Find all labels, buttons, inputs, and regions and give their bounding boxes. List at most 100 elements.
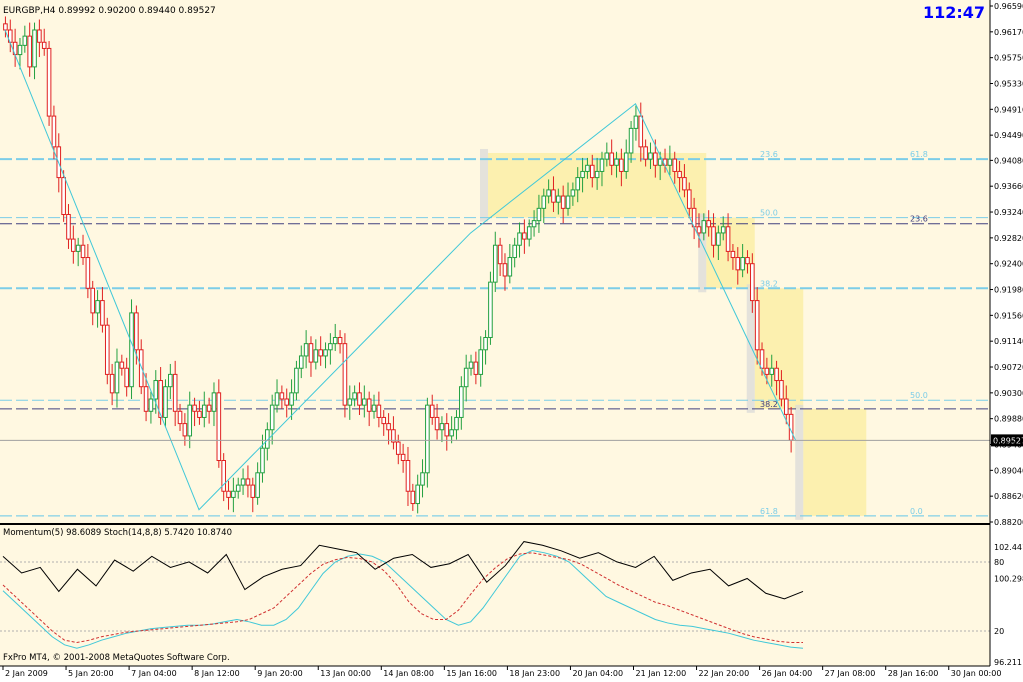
candle-body-158	[769, 367, 775, 375]
x-tick-label-0: 2 Jan 2009	[5, 669, 48, 678]
candle-body-104	[507, 257, 513, 277]
candle-body-154	[750, 263, 755, 302]
y-tick-label-1: 0.96170	[994, 28, 1023, 37]
fib-label-4: 38.2	[760, 279, 778, 288]
candle-body-99	[483, 336, 488, 351]
candle-body-34	[168, 373, 173, 388]
x-tick-label-13: 27 Jan 08:00	[825, 669, 876, 678]
ind-tick-label-1: 80	[994, 558, 1004, 567]
candle-body-25	[124, 367, 129, 388]
candle-body-120	[585, 164, 590, 172]
candle-body-10	[51, 115, 57, 148]
candle-body-139	[677, 170, 682, 179]
y-tick-label-5: 0.94490	[994, 131, 1023, 140]
fib-label-7: 0.0	[910, 507, 923, 516]
candle-body-149	[725, 226, 731, 252]
candle-body-7	[37, 29, 42, 43]
candle-body-151	[735, 257, 741, 271]
candle-body-66	[323, 349, 328, 357]
fib-label-0: 23.6	[760, 150, 778, 159]
candle-body-41	[201, 404, 207, 418]
candle-body-17	[85, 257, 91, 289]
candle-body-137	[667, 158, 673, 166]
candle-body-92	[449, 429, 454, 437]
y-tick-label-19: 0.88620	[994, 492, 1023, 501]
chart-background	[0, 0, 990, 666]
candle-body-122	[594, 170, 600, 179]
y-tick-label-10: 0.92400	[994, 260, 1023, 269]
candle-body-135	[657, 158, 663, 166]
y-tick-label-6: 0.94080	[994, 156, 1023, 165]
candle-body-160	[779, 380, 784, 400]
candle-body-46	[226, 490, 231, 498]
candle-body-130	[633, 115, 639, 129]
ind-tick-label-4: 96.211	[994, 658, 1022, 667]
candle-body-31	[153, 380, 159, 400]
candle-body-131	[638, 115, 644, 148]
candle-body-9	[46, 47, 52, 117]
candle-body-68	[332, 336, 338, 345]
candle-body-59	[289, 392, 294, 406]
candle-body-8	[41, 41, 47, 49]
candle-body-105	[512, 244, 517, 259]
candle-body-74	[362, 398, 367, 406]
candle-body-67	[328, 343, 333, 351]
candle-body-73	[357, 392, 362, 406]
candle-body-116	[565, 195, 571, 209]
candle-body-51	[250, 484, 256, 498]
candle-body-21	[104, 324, 110, 375]
candle-body-75	[366, 398, 372, 412]
candle-body-111	[541, 195, 547, 209]
candle-body-141	[686, 189, 692, 209]
candle-body-52	[255, 472, 260, 498]
candle-body-81	[395, 441, 401, 455]
y-tick-label-13: 0.91140	[994, 337, 1023, 346]
fib-label-5: 50.0	[910, 391, 928, 400]
candle-body-118	[575, 177, 581, 191]
y-tick-label-11: 0.91980	[994, 286, 1023, 295]
candle-body-124	[604, 152, 610, 160]
x-tick-label-12: 26 Jan 04:00	[762, 669, 813, 678]
y-tick-label-8: 0.93240	[994, 208, 1023, 217]
candle-body-6	[32, 29, 37, 68]
candle-body-29	[143, 386, 149, 412]
y-tick-label-20: 0.88200	[994, 518, 1023, 527]
candle-body-87	[425, 404, 430, 474]
candle-body-72	[352, 392, 357, 400]
candle-body-150	[730, 250, 736, 259]
fib-label-6: 38.2	[760, 400, 778, 409]
candle-body-90	[439, 423, 445, 431]
candle-body-30	[148, 398, 154, 412]
price-chart: 23.6 61.850.023.638.250.038.20.061.80.895…	[0, 0, 1023, 678]
candle-body-108	[526, 226, 532, 240]
candle-body-94	[459, 386, 464, 418]
x-tick-label-14: 28 Jan 16:00	[888, 669, 939, 678]
candle-body-119	[580, 170, 585, 179]
candle-body-18	[90, 287, 96, 314]
candle-body-5	[27, 35, 32, 68]
candle-body-84	[410, 490, 416, 505]
x-tick-label-6: 14 Jan 08:00	[383, 669, 434, 678]
candle-body-3	[17, 44, 23, 56]
candle-body-96	[468, 361, 474, 369]
candle-body-157	[764, 367, 770, 375]
candle-body-48	[235, 484, 241, 492]
y-tick-label-12: 0.91560	[994, 311, 1023, 320]
candle-body-143	[696, 226, 702, 234]
candle-body-121	[589, 164, 595, 179]
candle-body-65	[318, 349, 323, 357]
candle-body-39	[192, 404, 197, 412]
candle-body-140	[682, 177, 687, 191]
candle-body-127	[619, 158, 624, 172]
candle-body-159	[774, 367, 779, 382]
x-tick-label-11: 22 Jan 20:00	[699, 669, 750, 678]
ind-tick-label-0: 102.4418	[994, 543, 1023, 552]
candle-body-64	[313, 349, 319, 363]
candle-body-55	[269, 404, 275, 431]
x-tick-label-9: 20 Jan 04:00	[572, 669, 623, 678]
candle-body-71	[347, 398, 353, 406]
fib-label-3: 23.6	[910, 215, 928, 224]
x-tick-label-5: 13 Jan 00:00	[320, 669, 371, 678]
candle-body-86	[420, 472, 425, 486]
candle-body-97	[473, 361, 479, 375]
